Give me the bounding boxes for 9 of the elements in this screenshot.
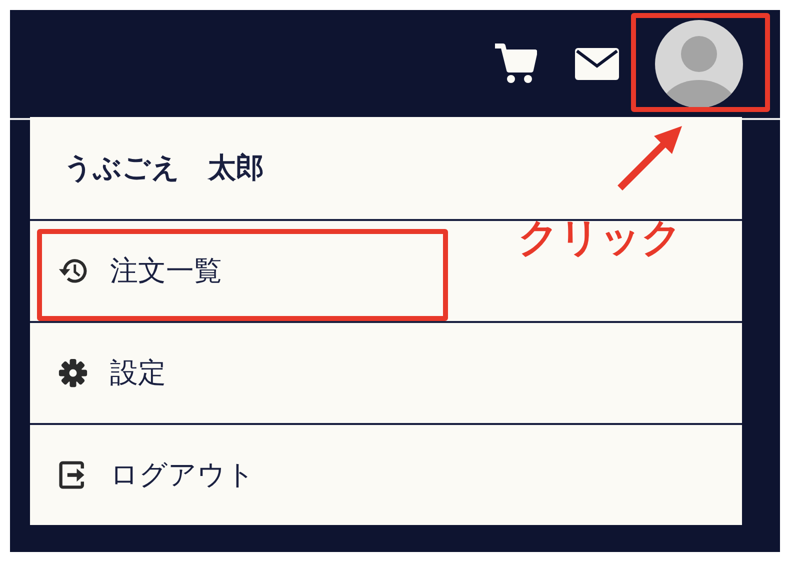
annotation-label: クリック (518, 214, 682, 263)
menu-item[interactable]: 注文一覧 (30, 252, 222, 290)
gear-icon (58, 358, 88, 388)
cart-icon[interactable] (493, 42, 537, 86)
menu-item[interactable]: ログアウト (30, 456, 255, 494)
history-icon (58, 256, 88, 286)
user-name: うぶごえ 太郎 (63, 150, 264, 186)
menu-item[interactable]: 設定 (30, 354, 166, 392)
mail-icon[interactable] (575, 48, 619, 80)
